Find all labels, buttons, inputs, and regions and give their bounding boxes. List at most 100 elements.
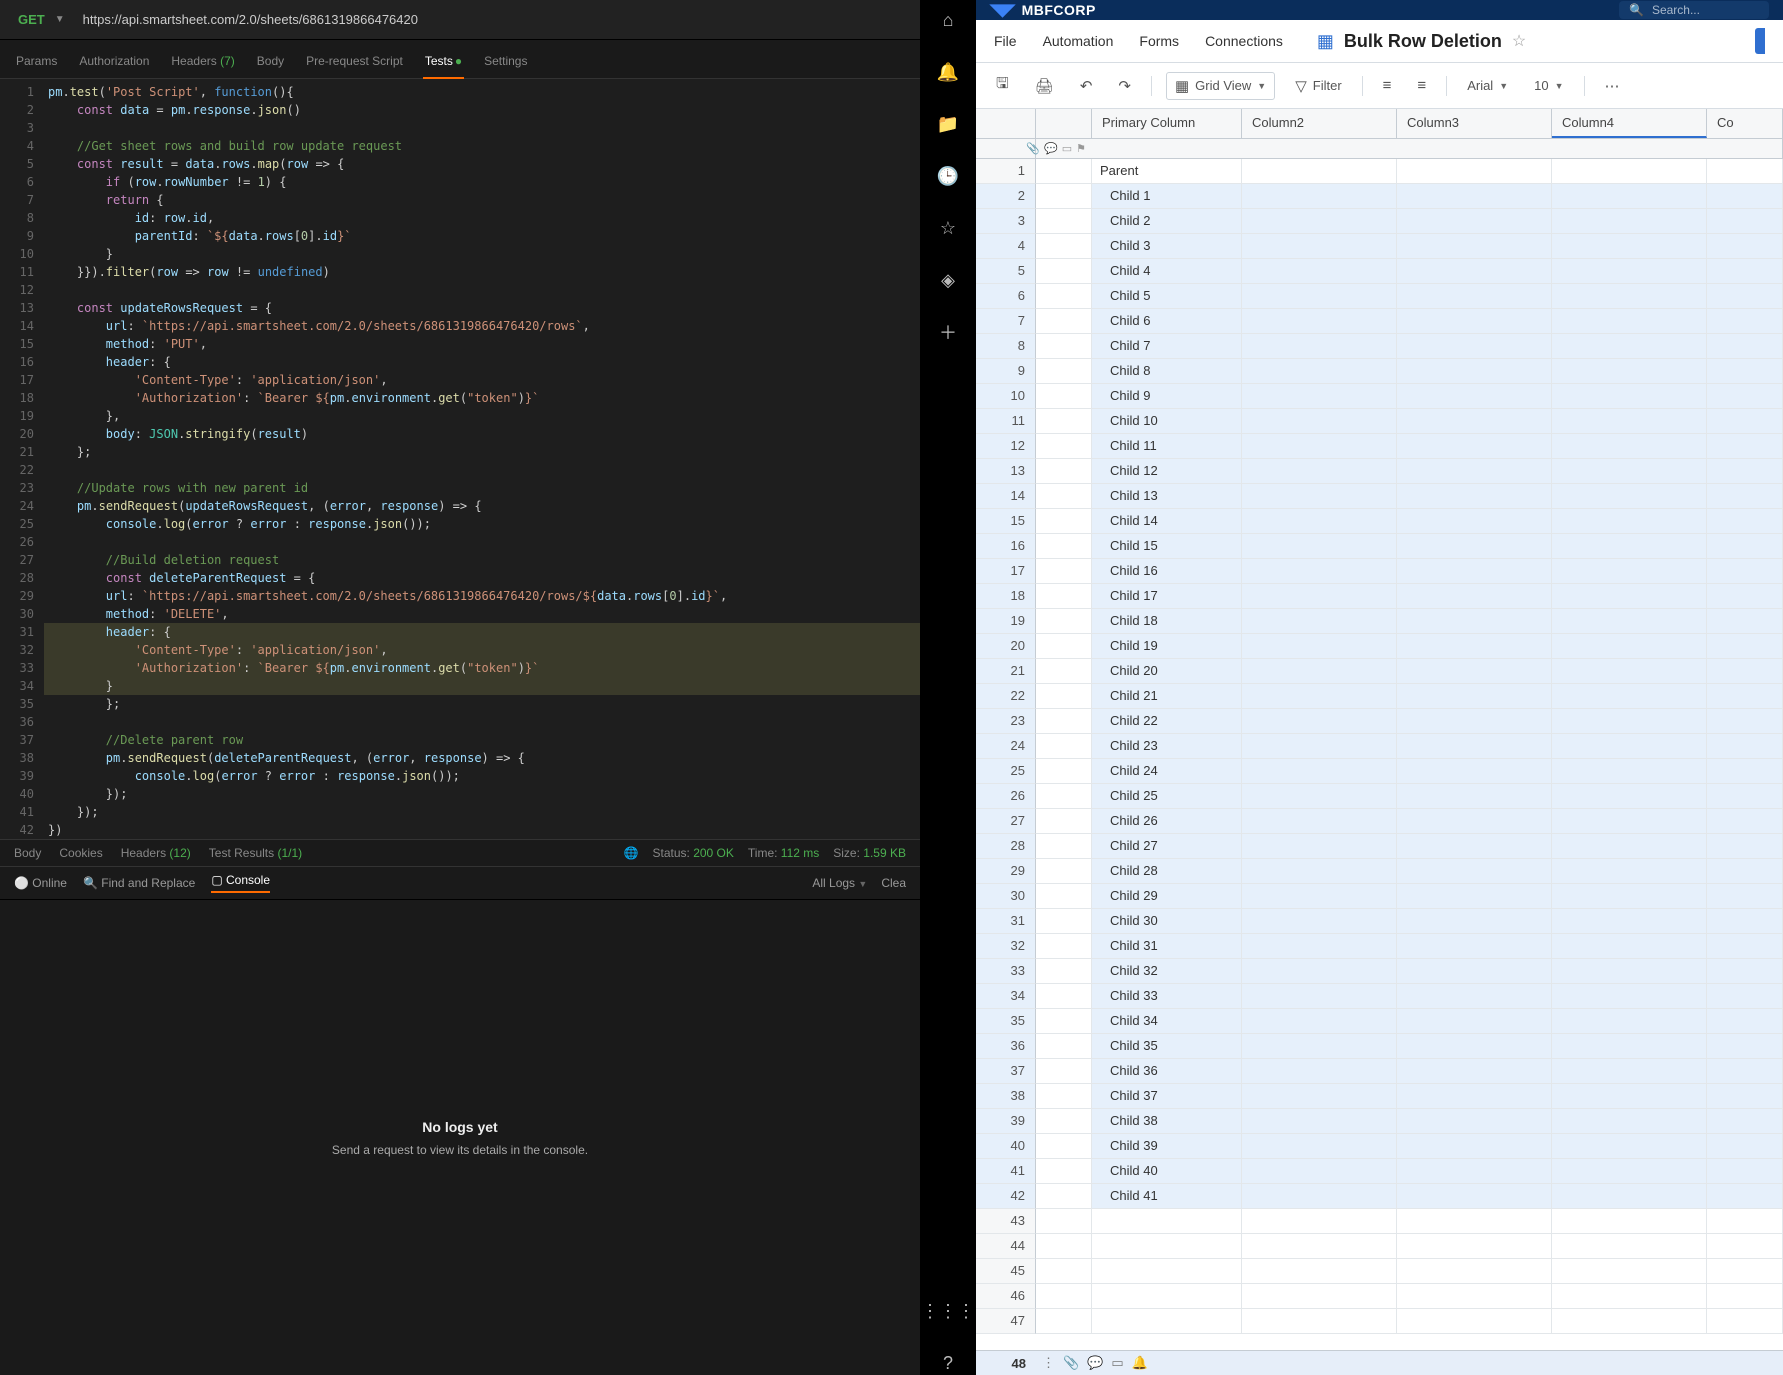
table-row[interactable]: 33Child 32 (976, 959, 1783, 984)
cell[interactable] (1707, 159, 1783, 184)
row-number[interactable]: 45 (976, 1259, 1036, 1284)
brand-logo[interactable]: ◥◤ MBFCORP (990, 0, 1096, 20)
find-replace-button[interactable]: 🔍 Find and Replace (83, 876, 195, 890)
cell-primary[interactable]: Child 34 (1092, 1009, 1242, 1034)
share-button[interactable] (1755, 28, 1765, 54)
cell[interactable] (1707, 534, 1783, 559)
table-row[interactable]: 30Child 29 (976, 884, 1783, 909)
cell[interactable] (1552, 684, 1707, 709)
more-icon[interactable]: ⋯ (1599, 73, 1626, 99)
cell[interactable] (1242, 459, 1397, 484)
globe-icon[interactable]: 🌐 (624, 846, 639, 860)
row-number[interactable]: 26 (976, 784, 1036, 809)
cell[interactable] (1397, 609, 1552, 634)
table-row[interactable]: 7Child 6 (976, 309, 1783, 334)
cell[interactable] (1397, 1009, 1552, 1034)
cell[interactable] (1552, 1184, 1707, 1209)
cell[interactable] (1707, 634, 1783, 659)
cell[interactable] (1397, 559, 1552, 584)
cell-primary[interactable]: Child 20 (1092, 659, 1242, 684)
cell-primary[interactable] (1092, 1309, 1242, 1334)
cell[interactable] (1552, 509, 1707, 534)
cell[interactable] (1242, 1309, 1397, 1334)
cell[interactable] (1707, 1309, 1783, 1334)
table-row[interactable]: 32Child 31 (976, 934, 1783, 959)
font-select[interactable]: Arial ▼ (1461, 74, 1514, 97)
cell[interactable] (1397, 434, 1552, 459)
grid-view-select[interactable]: ▦ Grid View ▼ (1166, 72, 1275, 100)
table-row[interactable]: 28Child 27 (976, 834, 1783, 859)
cell[interactable] (1707, 184, 1783, 209)
cell[interactable] (1242, 734, 1397, 759)
cell[interactable] (1242, 1134, 1397, 1159)
cell[interactable] (1242, 684, 1397, 709)
cell[interactable] (1707, 1134, 1783, 1159)
cell[interactable] (1552, 984, 1707, 1009)
cell-primary[interactable]: Child 16 (1092, 559, 1242, 584)
cell[interactable] (1552, 284, 1707, 309)
cell[interactable] (1552, 1309, 1707, 1334)
cell[interactable] (1552, 359, 1707, 384)
resp-tab-headers[interactable]: Headers (12) (121, 846, 191, 860)
table-row[interactable]: 19Child 18 (976, 609, 1783, 634)
resp-tab-cookies[interactable]: Cookies (59, 846, 102, 860)
table-row[interactable]: 40Child 39 (976, 1134, 1783, 1159)
table-row[interactable]: 47 (976, 1309, 1783, 1334)
table-row[interactable]: 39Child 38 (976, 1109, 1783, 1134)
row-number[interactable]: 10 (976, 384, 1036, 409)
row-number[interactable]: 17 (976, 559, 1036, 584)
cell[interactable] (1397, 534, 1552, 559)
cell-primary[interactable]: Child 9 (1092, 384, 1242, 409)
indent-icon[interactable]: ≡ (1411, 73, 1432, 98)
table-row[interactable]: 15Child 14 (976, 509, 1783, 534)
row-number[interactable]: 47 (976, 1309, 1036, 1334)
cell-primary[interactable]: Child 13 (1092, 484, 1242, 509)
table-row[interactable]: 2Child 1 (976, 184, 1783, 209)
table-row[interactable]: 11Child 10 (976, 409, 1783, 434)
cell[interactable] (1242, 784, 1397, 809)
cell[interactable] (1242, 1109, 1397, 1134)
cell[interactable] (1242, 984, 1397, 1009)
cell[interactable] (1707, 784, 1783, 809)
cell-primary[interactable]: Child 33 (1092, 984, 1242, 1009)
cell[interactable] (1707, 1034, 1783, 1059)
cell-primary[interactable]: Child 1 (1092, 184, 1242, 209)
table-row[interactable]: 21 Child 20 (976, 659, 1783, 684)
cell[interactable] (1242, 434, 1397, 459)
cell[interactable] (1707, 484, 1783, 509)
row-number[interactable]: 34 (976, 984, 1036, 1009)
cell-primary[interactable]: Child 5 (1092, 284, 1242, 309)
row-number[interactable]: 25 (976, 759, 1036, 784)
cell[interactable] (1397, 1084, 1552, 1109)
cell-primary[interactable]: Child 24 (1092, 759, 1242, 784)
cell[interactable] (1707, 734, 1783, 759)
cell[interactable] (1397, 209, 1552, 234)
cell[interactable] (1552, 1034, 1707, 1059)
cell[interactable] (1242, 809, 1397, 834)
cell[interactable] (1707, 409, 1783, 434)
plus-icon[interactable]: ＋ (936, 320, 960, 344)
row-number[interactable]: 22 (976, 684, 1036, 709)
cell[interactable] (1397, 734, 1552, 759)
row-number[interactable]: 21 (976, 659, 1036, 684)
cell[interactable] (1242, 559, 1397, 584)
cell[interactable] (1242, 934, 1397, 959)
cell[interactable] (1397, 709, 1552, 734)
cell[interactable] (1397, 409, 1552, 434)
cell-primary[interactable]: Child 37 (1092, 1084, 1242, 1109)
cell[interactable] (1242, 1184, 1397, 1209)
row-number[interactable]: 14 (976, 484, 1036, 509)
row-number[interactable]: 3 (976, 209, 1036, 234)
cell[interactable] (1242, 284, 1397, 309)
cell-primary[interactable]: Child 22 (1092, 709, 1242, 734)
col-header-4[interactable]: Column4 (1552, 109, 1707, 138)
row-number[interactable]: 24 (976, 734, 1036, 759)
table-row[interactable]: 5Child 4 (976, 259, 1783, 284)
table-row[interactable]: 8Child 7 (976, 334, 1783, 359)
row-number[interactable]: 29 (976, 859, 1036, 884)
cell[interactable] (1242, 584, 1397, 609)
cell[interactable] (1397, 259, 1552, 284)
cell[interactable] (1242, 309, 1397, 334)
cell[interactable] (1242, 484, 1397, 509)
cell[interactable] (1707, 1234, 1783, 1259)
